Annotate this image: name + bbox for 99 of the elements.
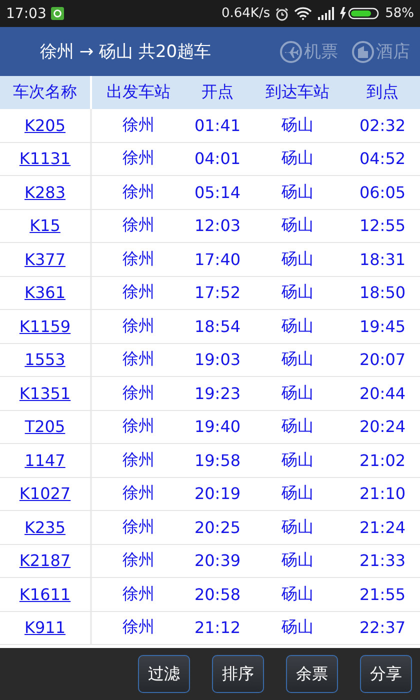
table-cell-text: 20:39 [193, 550, 242, 572]
toolbar-button[interactable]: 分享 [360, 655, 412, 693]
table-cell-text: 砀山 [280, 549, 314, 572]
table-cell-text: 徐州 [122, 314, 156, 337]
battery-icon [340, 7, 380, 20]
table-cell-text: 20:24 [358, 416, 407, 438]
alarm-icon [275, 6, 290, 20]
train-number-link[interactable]: K15 [0, 210, 92, 242]
route-title: 徐州 → 砀山 共20趟车 [40, 41, 212, 63]
column-header: 到达车站 [264, 81, 330, 103]
table-cell-text: 19:40 [193, 416, 242, 438]
table-cell-text: 18:50 [358, 282, 407, 304]
table-cell-text: 砀山 [280, 180, 314, 203]
table-cell-text: 砀山 [280, 582, 314, 605]
table-cell-text: 20:25 [193, 516, 242, 539]
table-cell-text: 砀山 [280, 114, 314, 136]
table-cell-text: 18:54 [193, 316, 242, 338]
train-number-link[interactable]: K283 [0, 176, 92, 208]
table-cell-text: 12:03 [193, 215, 242, 238]
signal-icon [317, 7, 336, 20]
table-cell-text: 砀山 [280, 415, 314, 438]
wifi-icon [294, 7, 312, 20]
toolbar-button[interactable]: 过滤 [138, 655, 190, 693]
table-cell-text: 砀山 [280, 348, 314, 370]
table-cell-text: 徐州 [122, 114, 156, 136]
table-cell-text: 20:44 [358, 382, 407, 405]
table-cell-text: 砀山 [280, 448, 314, 471]
train-number-link[interactable]: T205 [0, 410, 92, 443]
table-cell-text: 18:31 [358, 248, 407, 271]
table-cell-text: 21:12 [193, 617, 242, 640]
table-cell-text: 02:32 [358, 114, 407, 137]
train-number-link[interactable]: K205 [0, 109, 92, 142]
table-cell-text: 砀山 [280, 516, 314, 538]
table-cell-text: 砀山 [280, 281, 314, 304]
table-cell-text: 徐州 [122, 582, 156, 605]
table-cell-text: 徐州 [122, 448, 156, 471]
table-cell-text: 砀山 [280, 214, 314, 236]
column-header: 到点 [366, 81, 400, 103]
table-cell-text: 徐州 [122, 482, 156, 504]
table-cell-text: 徐州 [122, 616, 156, 638]
table-cell-text: 砀山 [280, 616, 314, 638]
toolbar-button[interactable]: 余票 [286, 655, 338, 693]
table-cell-text: 17:40 [193, 248, 242, 271]
table-cell-text: 徐州 [122, 516, 156, 538]
table-cell-text: 21:10 [358, 483, 407, 506]
table-cell-text: 砀山 [280, 314, 314, 337]
table-cell-text: 21:55 [358, 584, 407, 606]
table-cell-text: 04:52 [358, 148, 407, 170]
train-number-link[interactable]: K361 [0, 276, 92, 309]
train-number-link[interactable]: 1553 [0, 344, 92, 376]
train-number-link[interactable]: K911 [0, 612, 92, 644]
train-number-link[interactable]: K2187 [0, 544, 92, 577]
building-icon [352, 40, 374, 62]
table-cell-text: 砀山 [280, 482, 314, 504]
network-speed: 0.64K/s [221, 6, 270, 21]
table-cell-text: 17:52 [193, 282, 242, 304]
table-cell-text: 19:45 [358, 316, 407, 338]
table-cell-text: 徐州 [122, 348, 156, 370]
table-cell-text: 20:19 [193, 483, 242, 506]
train-number-link[interactable]: K377 [0, 243, 92, 276]
table-cell-text: 徐州 [122, 248, 156, 270]
status-time: 17:03 [6, 6, 46, 22]
table-cell-text: 20:58 [193, 584, 242, 606]
train-number-link[interactable]: K1159 [0, 310, 92, 342]
table-cell-text: 05:14 [193, 182, 242, 204]
battery-percent: 58% [385, 6, 414, 21]
table-cell-text: 21:02 [358, 450, 407, 472]
train-number-link[interactable]: K1351 [0, 377, 92, 410]
table-cell-text: 徐州 [122, 549, 156, 572]
table-cell-text: 21:33 [358, 550, 407, 572]
train-number-link[interactable]: K1027 [0, 478, 92, 510]
table-cell-text: 19:23 [193, 382, 242, 405]
toolbar-button[interactable]: 排序 [212, 655, 264, 693]
column-header: 开点 [200, 81, 234, 103]
table-cell-text: 20:07 [358, 349, 407, 372]
table-cell-text: 砀山 [280, 382, 314, 404]
table-cell-text: 徐州 [122, 382, 156, 404]
train-number-link[interactable]: K235 [0, 511, 92, 544]
table-cell-text: 19:58 [193, 450, 242, 472]
table-cell-text: 22:37 [358, 617, 407, 640]
table-cell-text: 徐州 [122, 281, 156, 304]
notification-icon [51, 7, 64, 20]
train-number-link[interactable]: K1611 [0, 578, 92, 610]
train-number-link[interactable]: 1147 [0, 444, 92, 476]
plane-icon [280, 40, 302, 62]
column-header: 出发车站 [106, 81, 172, 103]
table-cell-text: 徐州 [122, 180, 156, 203]
table-cell-text: 12:55 [358, 215, 407, 238]
table-cell-text: 21:24 [358, 516, 407, 539]
table-cell-text: 04:01 [193, 148, 242, 170]
table-cell-text: 砀山 [280, 248, 314, 270]
table-cell-text: 徐州 [122, 214, 156, 236]
table-cell-text: 06:05 [358, 182, 407, 204]
table-cell-text: 01:41 [193, 114, 242, 137]
train-number-link[interactable]: K1131 [0, 142, 92, 175]
table-cell-text: 19:03 [193, 349, 242, 372]
table-cell-text: 徐州 [122, 147, 156, 170]
table-cell-text: 徐州 [122, 415, 156, 438]
table-cell-text: 砀山 [280, 147, 314, 170]
